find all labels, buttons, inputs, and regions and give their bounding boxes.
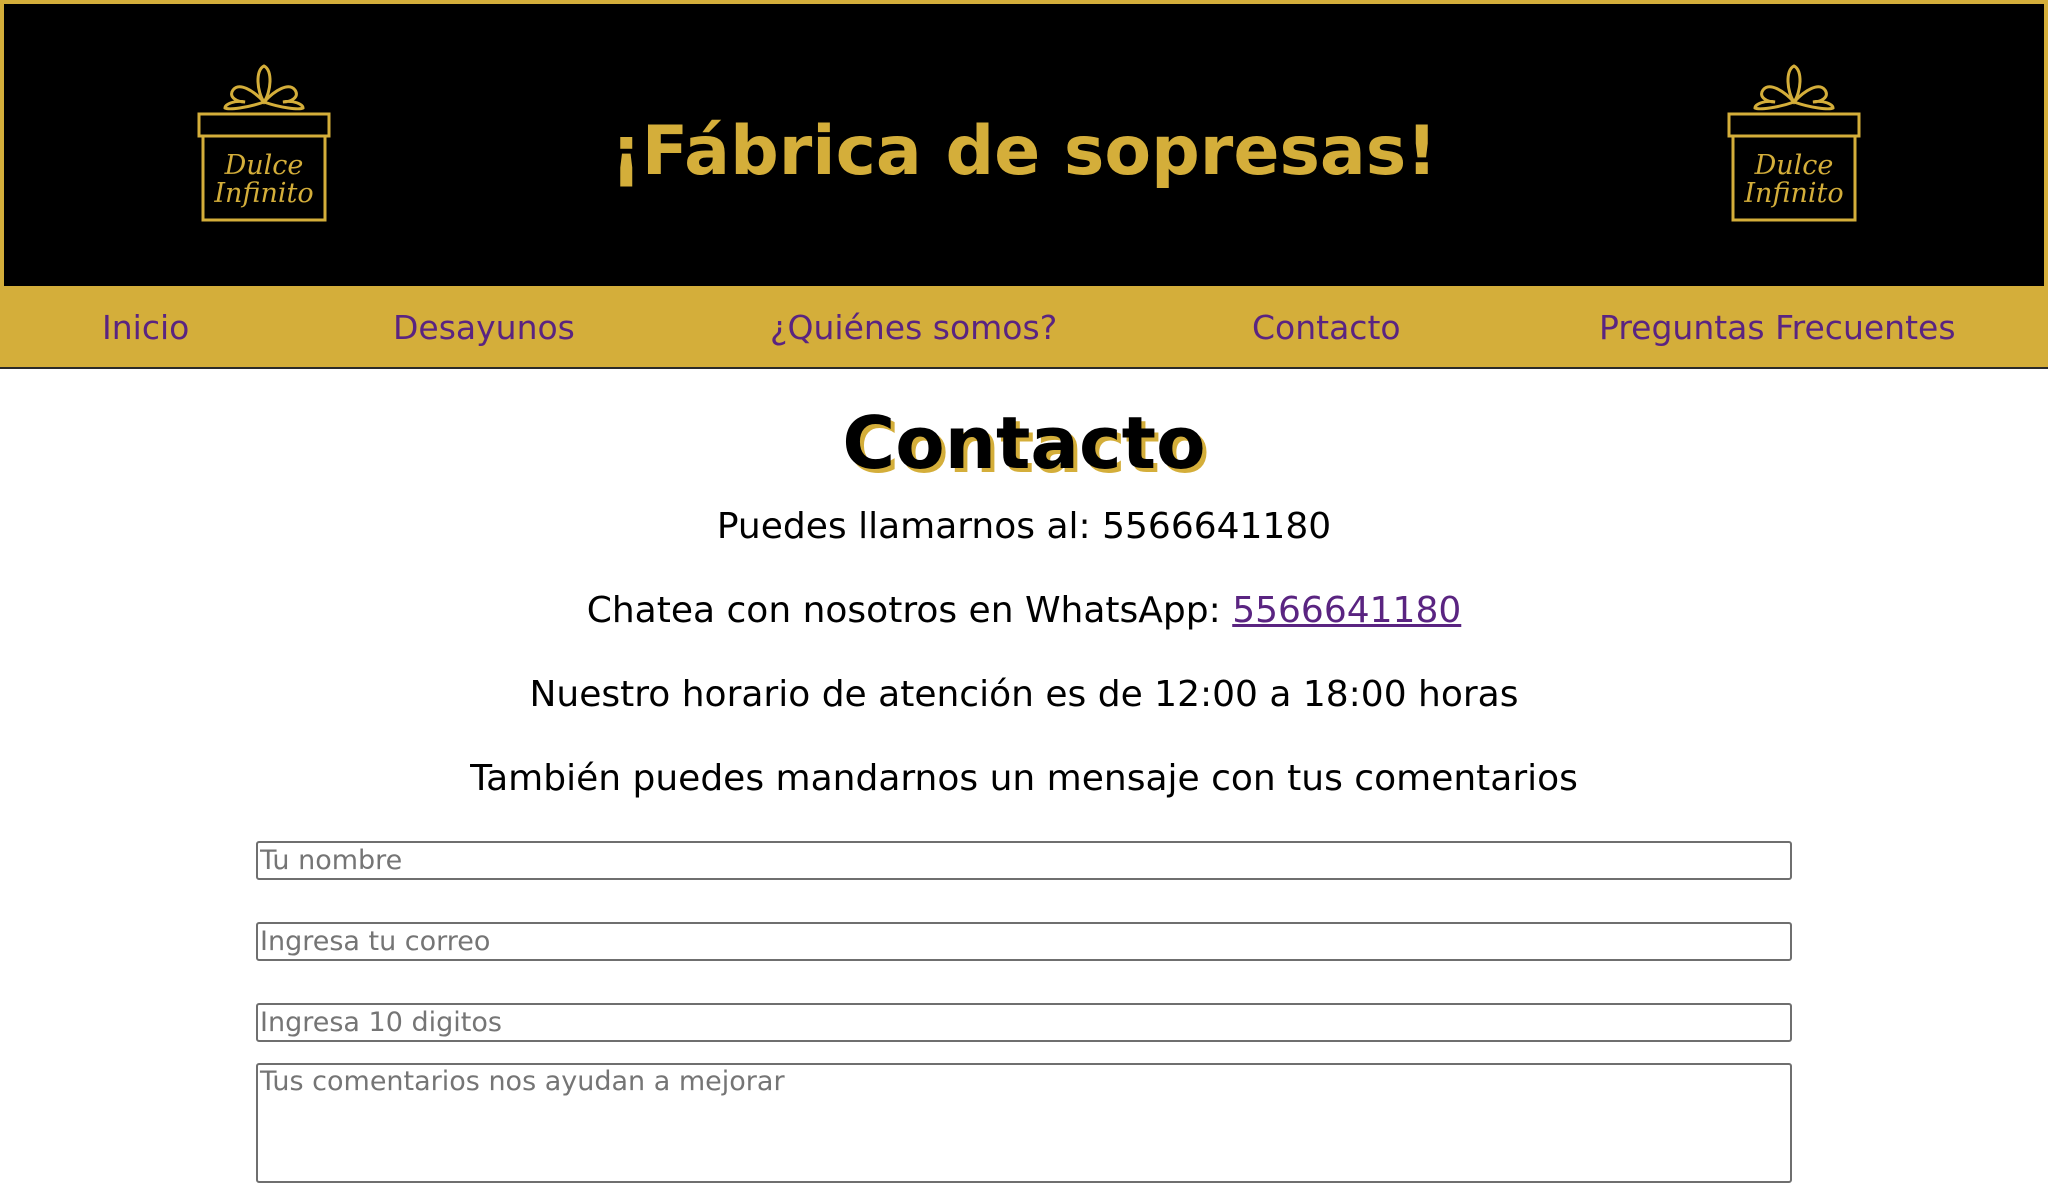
nav-item-preguntas-frecuentes[interactable]: Preguntas Frecuentes (1599, 308, 1956, 348)
nav-item-desayunos[interactable]: Desayunos (393, 308, 575, 348)
comments-field[interactable] (256, 1063, 1792, 1183)
svg-text:Dulce: Dulce (1754, 150, 1834, 181)
phone-text: Puedes llamarnos al: 5566641180 (716, 506, 1332, 547)
nav-item-quienes-somos[interactable]: ¿Quiénes somos? (770, 308, 1057, 348)
site-header: Dulce Infinito ¡Fábrica de sopresas! Dul… (0, 0, 2048, 286)
hours-text: Nuestro horario de atención es de 12:00 … (529, 674, 1519, 715)
gift-box-icon: Dulce Infinito (1727, 64, 1861, 222)
phone-field[interactable] (256, 1003, 1792, 1042)
name-field[interactable] (256, 841, 1792, 880)
whatsapp-link[interactable]: 5566641180 (1232, 590, 1461, 631)
nav-item-contacto[interactable]: Contacto (1252, 308, 1401, 348)
main-nav: Inicio Desayunos ¿Quiénes somos? Contact… (0, 286, 2048, 369)
logo-gift-box-icon[interactable]: Dulce Infinito (1725, 62, 1863, 222)
nav-item-inicio[interactable]: Inicio (102, 308, 189, 348)
email-field[interactable] (256, 922, 1792, 961)
whatsapp-line: Chatea con nosotros en WhatsApp: 5566641… (0, 589, 2048, 633)
svg-text:Infinito: Infinito (1743, 178, 1843, 209)
page-title: Contacto (842, 401, 1206, 485)
message-intro-text: También puedes mandarnos un mensaje con … (470, 758, 1578, 799)
whatsapp-label: Chatea con nosotros en WhatsApp: (586, 590, 1233, 631)
